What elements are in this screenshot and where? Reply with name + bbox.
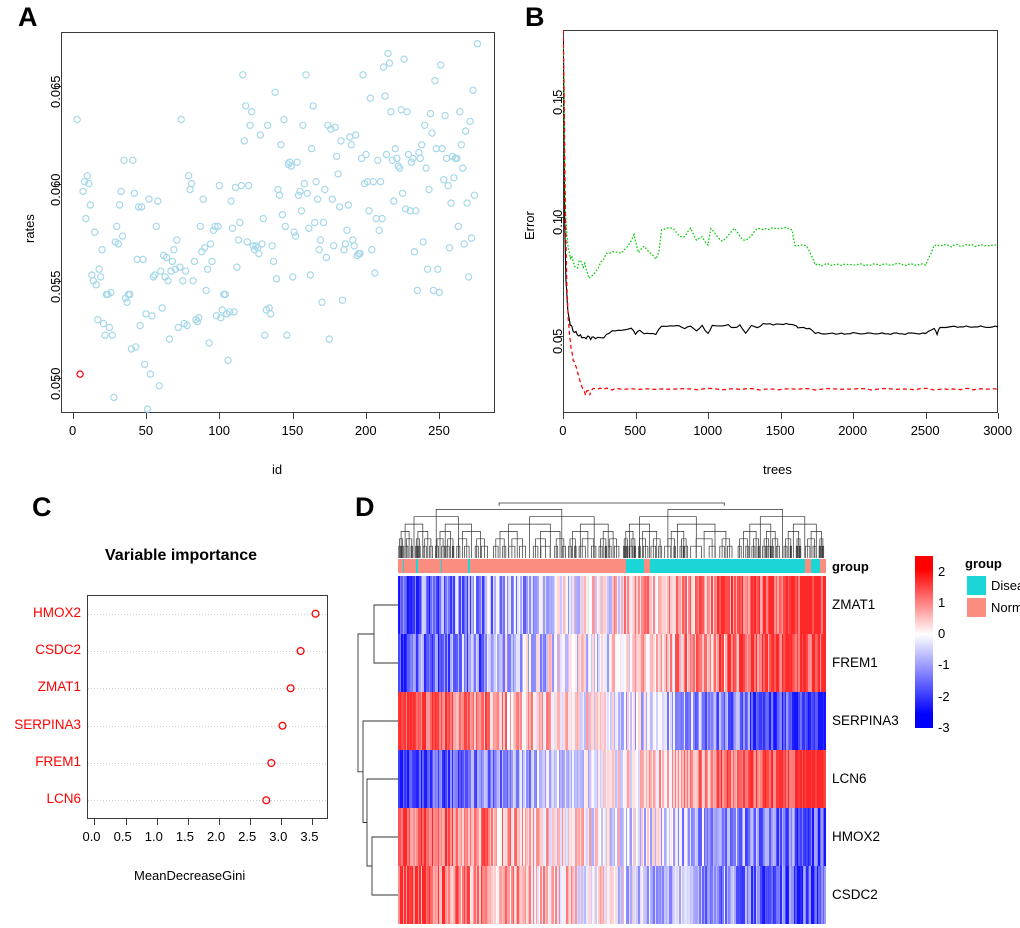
colorbar-tick: -1 (938, 657, 950, 672)
panel-b-lines-canvas (563, 30, 998, 398)
tick-mark (94, 819, 95, 825)
legend-swatch-disease (967, 576, 986, 595)
tick-mark (926, 413, 927, 419)
tick-label: 0.15 (550, 89, 565, 115)
heatmap-row-label-serpina3: SERPINA3 (832, 713, 899, 728)
tick-mark (439, 413, 440, 419)
heatmap-row-label-csdc2: CSDC2 (832, 887, 878, 902)
tick-label: 150 (281, 423, 304, 438)
heatmap-cell (824, 576, 826, 635)
tick-label: 1500 (765, 423, 795, 438)
group-legend-title: group (965, 556, 1002, 571)
legend-label-normal: Normal (991, 600, 1020, 615)
tick-label: 0.050 (48, 367, 63, 400)
tick-label: 250 (428, 423, 450, 438)
tick-mark (250, 819, 251, 825)
panel-a-scatter-canvas (73, 40, 482, 413)
legend-label-disease: Disease (991, 578, 1020, 593)
variable-label-hmox2: HMOX2 (32, 605, 81, 620)
tick-label: 500 (624, 423, 647, 438)
panel-a-ylabel: rates (22, 214, 37, 243)
tick-label: 0.05 (550, 328, 565, 354)
heatmap-cell (824, 866, 826, 924)
tick-label: 0.0 (82, 829, 101, 844)
variable-label-zmat1: ZMAT1 (37, 679, 81, 694)
colorbar-tick: 2 (938, 564, 946, 579)
tick-label: 50 (138, 423, 154, 438)
tick-label: 0 (69, 423, 77, 438)
tick-mark (708, 413, 709, 419)
tick-label: 3.5 (300, 829, 319, 844)
panel-d-heatmap: group ZMAT1 FREM1 SERPINA3 LCN6 HMOX2 CSDC2 2… (350, 480, 1020, 928)
panel-c-xlabel: MeanDecreaseGini (134, 868, 246, 883)
heatmap-cell (824, 808, 826, 867)
tick-label: 0.055 (48, 270, 63, 303)
colorbar (915, 556, 933, 728)
heatmap-row-label-lcn6: LCN6 (832, 771, 867, 786)
tick-mark (563, 413, 564, 419)
tick-label: 1.0 (144, 829, 163, 844)
group-track-label: group (832, 559, 869, 574)
tick-label: 3000 (983, 423, 1013, 438)
tick-mark (853, 413, 854, 419)
tick-mark (998, 413, 999, 419)
heatmap-cell (824, 692, 826, 751)
heatmap-row-label-hmox2: HMOX2 (832, 829, 881, 844)
panel-c-title: Variable importance (105, 547, 258, 564)
tick-label: 0.065 (48, 75, 63, 108)
tick-label: 0.10 (550, 209, 565, 235)
tick-label: 1000 (693, 423, 723, 438)
heatmap-cell (824, 750, 826, 809)
tick-label: 1.5 (175, 829, 194, 844)
panel-b-plot: Error trees 0.05 0.10 0.15 0 500 1000 1500 200… (510, 0, 1020, 480)
tick-label: 2000 (838, 423, 868, 438)
variable-label-csdc2: CSDC2 (35, 642, 81, 657)
panel-b-ylabel: Error (522, 211, 537, 240)
tick-mark (366, 413, 367, 419)
colorbar-tick: -2 (938, 689, 950, 704)
tick-mark (219, 819, 220, 825)
panel-c-plot: Variable importance HMOX2 CSDC2 ZMAT1 SERPI… (0, 480, 350, 928)
panel-b-xlabel: trees (763, 462, 792, 477)
tick-mark (219, 413, 220, 419)
tick-label: 0 (559, 423, 567, 438)
colorbar-tick: 0 (938, 626, 946, 641)
tick-label: 200 (354, 423, 377, 438)
group-annotation-track (398, 559, 826, 573)
tick-mark (636, 413, 637, 419)
tick-mark (293, 413, 294, 419)
tick-label: 2500 (910, 423, 940, 438)
panel-a-xlabel: id (272, 462, 283, 477)
tick-mark (188, 819, 189, 825)
variable-label-frem1: FREM1 (35, 754, 81, 769)
tick-mark (73, 413, 74, 419)
variable-label-lcn6: LCN6 (46, 791, 81, 806)
tick-label: 0.060 (48, 173, 63, 206)
panel-a-plot: rates id 0.050 0.055 0.060 0.065 0 50 100 150 2… (0, 0, 510, 480)
tick-mark (781, 413, 782, 419)
tick-label: 2.0 (207, 829, 226, 844)
colorbar-tick: 1 (938, 595, 946, 610)
variable-label-serpina3: SERPINA3 (14, 717, 81, 732)
tick-mark (312, 819, 313, 825)
heatmap-body (398, 576, 826, 924)
tick-label: 100 (208, 423, 230, 438)
column-dendrogram (398, 502, 825, 558)
heatmap-row-label-zmat1: ZMAT1 (832, 597, 876, 612)
tick-mark (281, 819, 282, 825)
colorbar-tick: -3 (938, 720, 950, 735)
heatmap-cell (824, 634, 826, 693)
panel-c-dots-canvas (262, 609, 320, 805)
heatmap-row-label-frem1: FREM1 (832, 655, 878, 670)
tick-label: 0.5 (113, 829, 132, 844)
row-dendrogram (357, 604, 398, 896)
tick-mark (146, 413, 147, 419)
group-cell (824, 559, 826, 573)
tick-mark (126, 819, 127, 825)
legend-swatch-normal (967, 598, 986, 617)
tick-mark (157, 819, 158, 825)
tick-label: 3.0 (269, 829, 288, 844)
tick-label: 2.5 (238, 829, 257, 844)
